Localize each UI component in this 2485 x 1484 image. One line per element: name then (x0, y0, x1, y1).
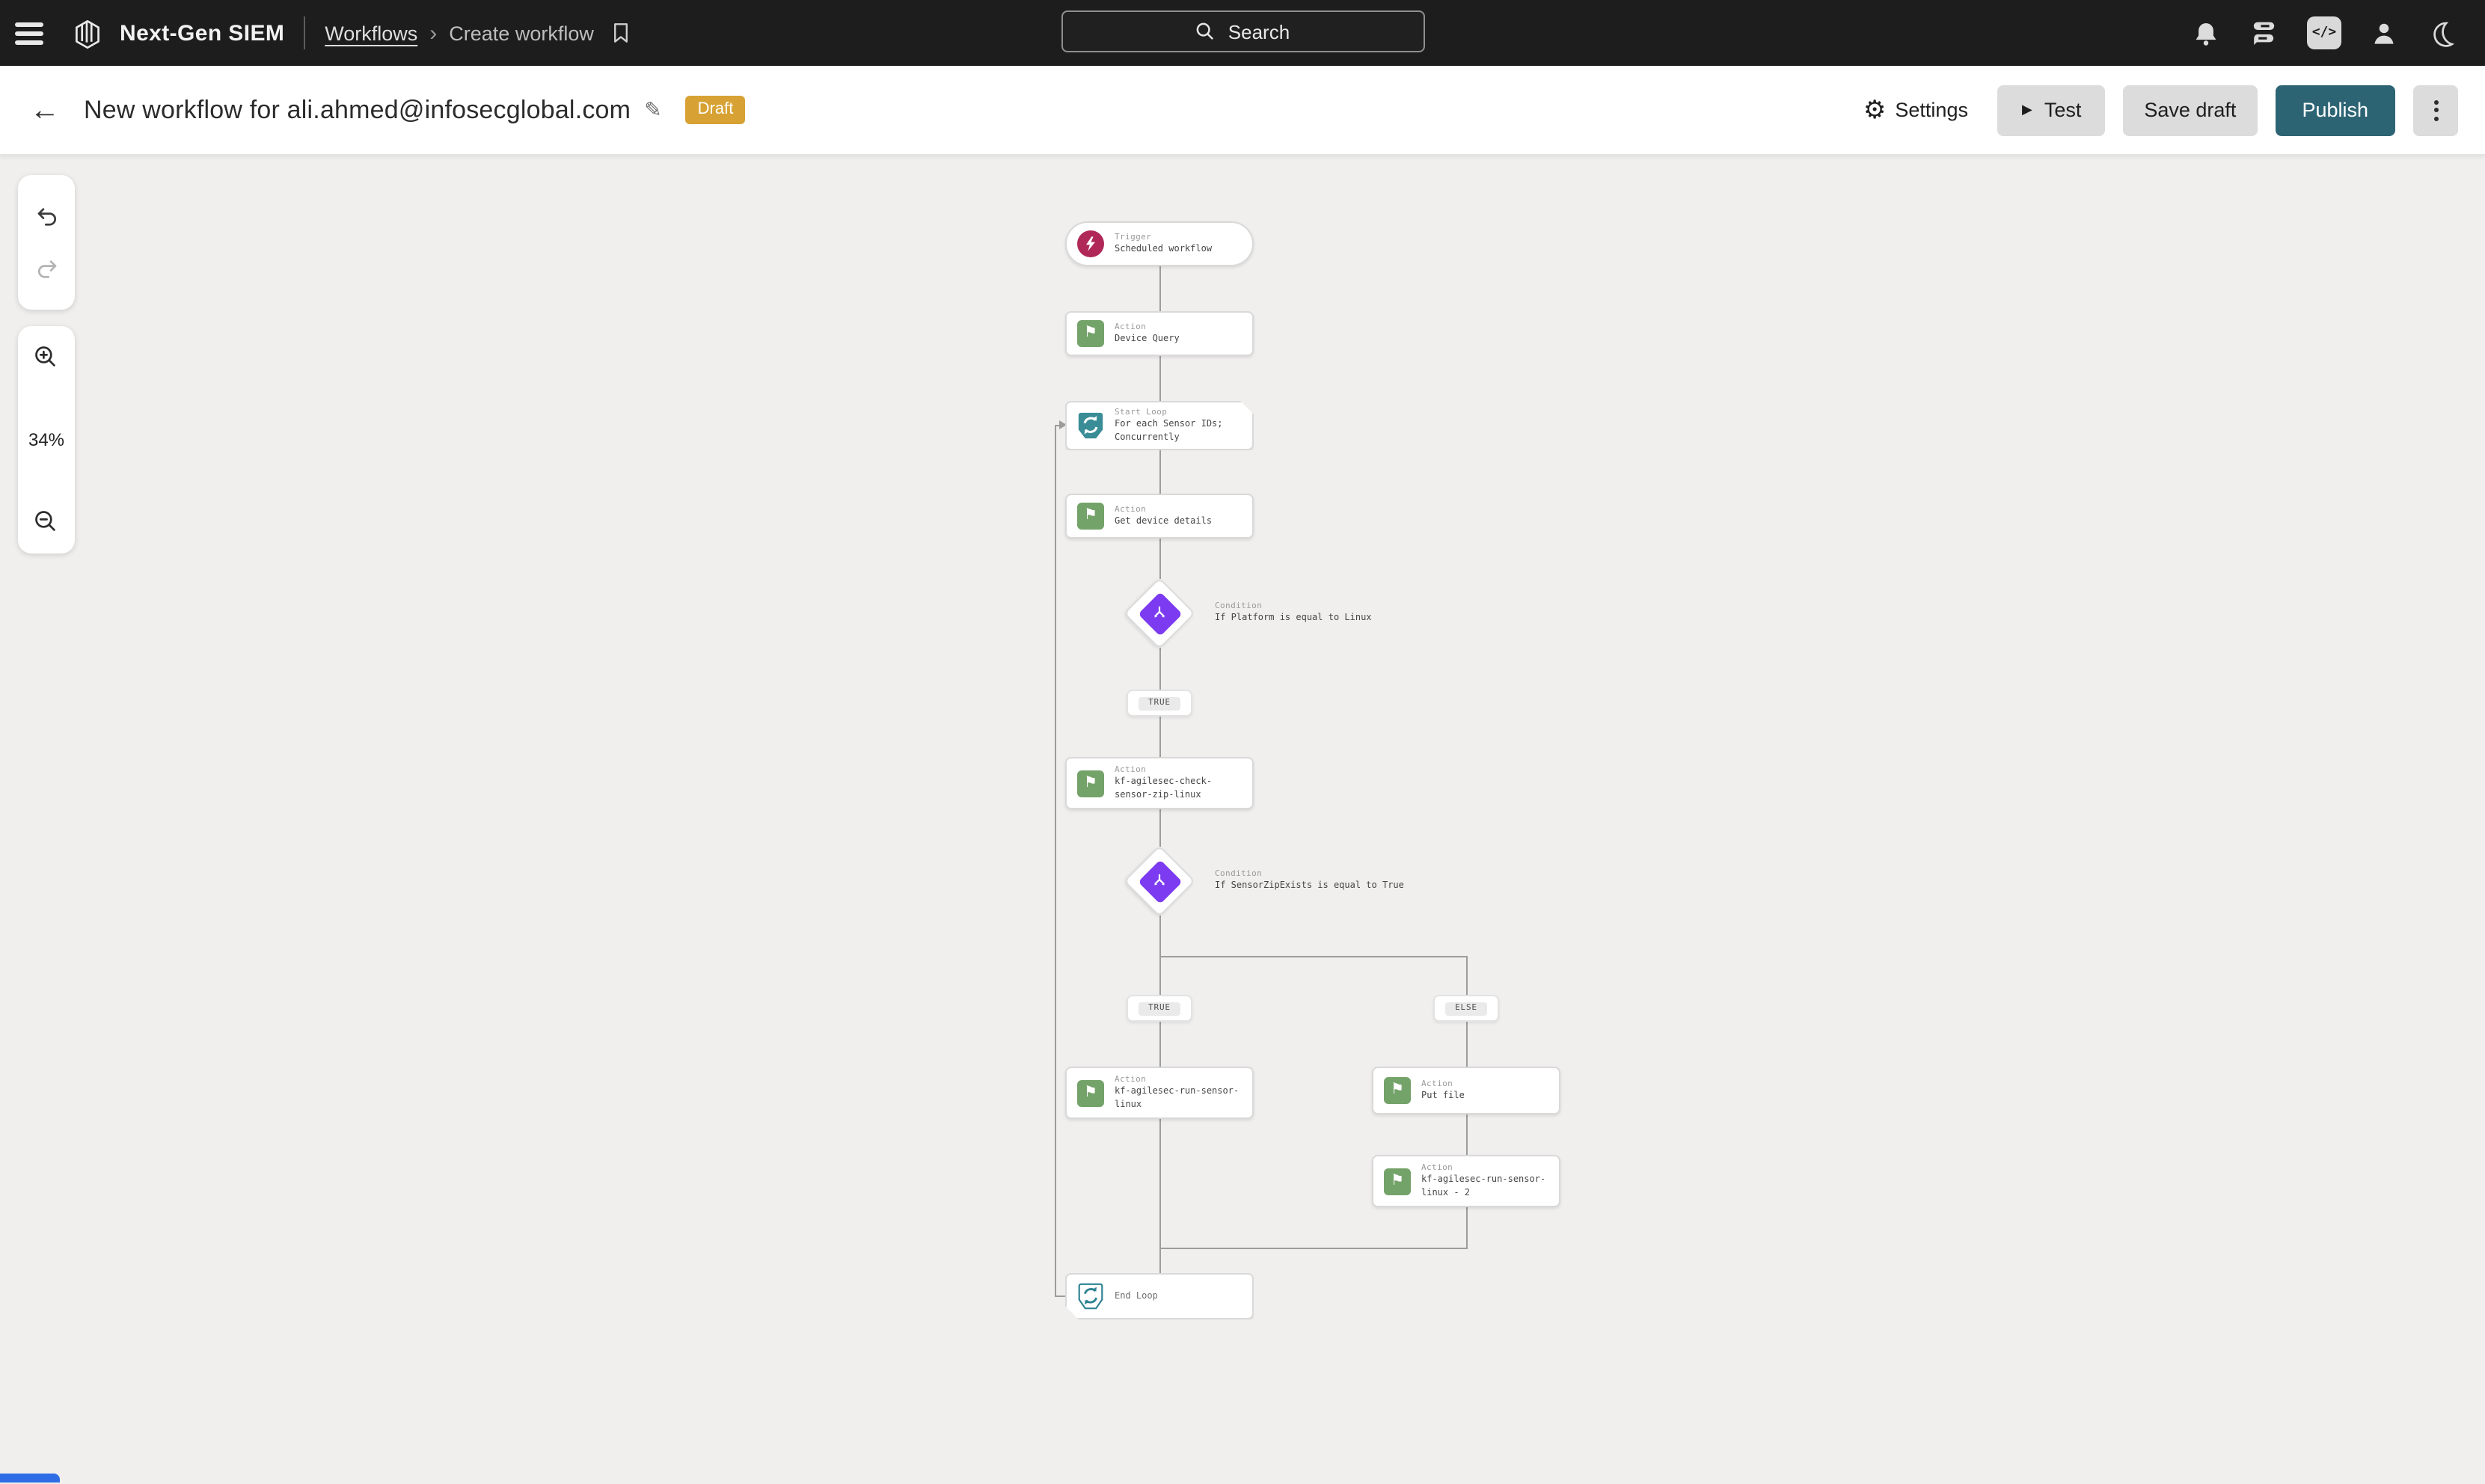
flag-icon: ⚑ (1077, 770, 1104, 797)
workflow-title: New workflow for ali.ahmed@infosecglobal… (84, 95, 631, 125)
node-action-device-query[interactable]: ⚑ Action Device Query (1065, 311, 1254, 356)
node-action-check-sensor-zip[interactable]: ⚑ Action kf-agilesec-check-sensor-zip-li… (1065, 757, 1254, 809)
edge (1159, 717, 1161, 757)
flag-icon: ⚑ (1077, 1079, 1104, 1106)
publish-button[interactable]: Publish (2275, 85, 2395, 135)
top-icon-group: </> (2192, 16, 2455, 49)
crowdstrike-logo (69, 14, 106, 52)
edge (1159, 1119, 1161, 1248)
edge (1159, 809, 1161, 847)
merge-edge (1159, 1248, 1468, 1249)
gear-icon: ⚙ (1863, 97, 1887, 123)
code-console-icon[interactable]: </> (2307, 16, 2341, 49)
loopback-edge (1055, 1296, 1065, 1297)
lightning-bolt-icon (1077, 230, 1104, 257)
zoom-in-icon[interactable] (33, 344, 60, 371)
edit-title-pencil-icon[interactable]: ✎ (644, 97, 661, 123)
search-placeholder: Search (1228, 20, 1290, 43)
node-end-loop[interactable]: End Loop (1065, 1273, 1254, 1319)
edge (1159, 539, 1161, 579)
branch-label-else: ELSE (1433, 995, 1499, 1022)
more-options-kebab-icon[interactable] (2413, 85, 2458, 135)
dark-mode-moon-icon[interactable] (2427, 19, 2455, 47)
edge (1159, 1248, 1161, 1273)
edge (1159, 356, 1161, 401)
top-navigation-bar: Next-Gen SIEM Workflows › Create workflo… (0, 0, 2485, 66)
edge (1159, 648, 1161, 690)
settings-button[interactable]: ⚙ Settings (1863, 97, 1968, 123)
node-action-get-device-details[interactable]: ⚑ Action Get device details (1065, 494, 1254, 539)
zoom-out-icon[interactable] (33, 509, 60, 536)
loopback-edge (1055, 425, 1056, 1297)
flag-icon: ⚑ (1077, 503, 1104, 530)
status-badge: Draft (686, 96, 746, 124)
loop-icon (1077, 1282, 1104, 1310)
search-input[interactable]: Search (1061, 10, 1424, 52)
redo-icon[interactable] (34, 257, 59, 282)
workflow-toolbar: ← New workflow for ali.ahmed@infosecglob… (0, 66, 2485, 156)
edge (1159, 916, 1161, 956)
branch-label-true: TRUE (1127, 995, 1192, 1022)
app-window: Next-Gen SIEM Workflows › Create workflo… (0, 0, 2485, 1484)
breadcrumb-current: Create workflow (449, 22, 594, 44)
edge (1466, 1022, 1468, 1067)
node-start-loop[interactable]: Start Loop For each Sensor IDs; Concurre… (1065, 401, 1254, 450)
messages-chat-icon[interactable] (2249, 18, 2279, 48)
history-panel (18, 175, 75, 310)
notifications-bell-icon[interactable] (2192, 19, 2220, 47)
branch-label-true: TRUE (1127, 690, 1192, 717)
node-action-run-sensor-linux[interactable]: ⚑ Action kf-agilesec-run-sensor-linux (1065, 1067, 1254, 1119)
breadcrumb-workflows-link[interactable]: Workflows (325, 22, 417, 44)
edge (1159, 266, 1161, 311)
product-title: Next-Gen SIEM (120, 20, 284, 46)
loop-icon (1077, 411, 1104, 440)
workflow-canvas[interactable]: 34% (0, 156, 2485, 1483)
play-icon: ▶ (2022, 103, 2032, 117)
search-icon (1195, 21, 1216, 42)
branch-edge (1159, 956, 1468, 957)
user-profile-icon[interactable] (2370, 19, 2398, 47)
breadcrumb: Workflows › Create workflow (325, 20, 594, 46)
edge (1159, 450, 1161, 494)
edge (1159, 956, 1161, 995)
save-draft-button[interactable]: Save draft (2123, 85, 2257, 135)
zoom-level: 34% (28, 429, 64, 450)
edge (1466, 1207, 1468, 1248)
breadcrumb-separator: › (429, 20, 437, 46)
edge (1466, 1114, 1468, 1155)
back-arrow-button[interactable]: ← (24, 95, 66, 125)
flag-icon: ⚑ (1384, 1168, 1411, 1195)
edge (1159, 1022, 1161, 1067)
bookmark-icon[interactable] (610, 21, 631, 45)
test-button[interactable]: ▶ Test (1998, 85, 2105, 135)
node-action-run-sensor-linux-2[interactable]: ⚑ Action kf-agilesec-run-sensor-linux - … (1372, 1155, 1560, 1207)
node-action-put-file[interactable]: ⚑ Action Put file (1372, 1067, 1560, 1114)
node-trigger-scheduled-workflow[interactable]: Trigger Scheduled workflow (1065, 221, 1254, 266)
flag-icon: ⚑ (1077, 320, 1104, 347)
zoom-panel: 34% (18, 326, 75, 554)
undo-icon[interactable] (34, 203, 59, 228)
status-corner-element (0, 1474, 60, 1483)
flag-icon: ⚑ (1384, 1077, 1411, 1104)
divider (304, 16, 305, 49)
edge (1466, 956, 1468, 995)
hamburger-menu-icon[interactable] (15, 15, 51, 51)
toolbar-actions: ⚙ Settings ▶ Test Save draft Publish (1863, 85, 2458, 135)
